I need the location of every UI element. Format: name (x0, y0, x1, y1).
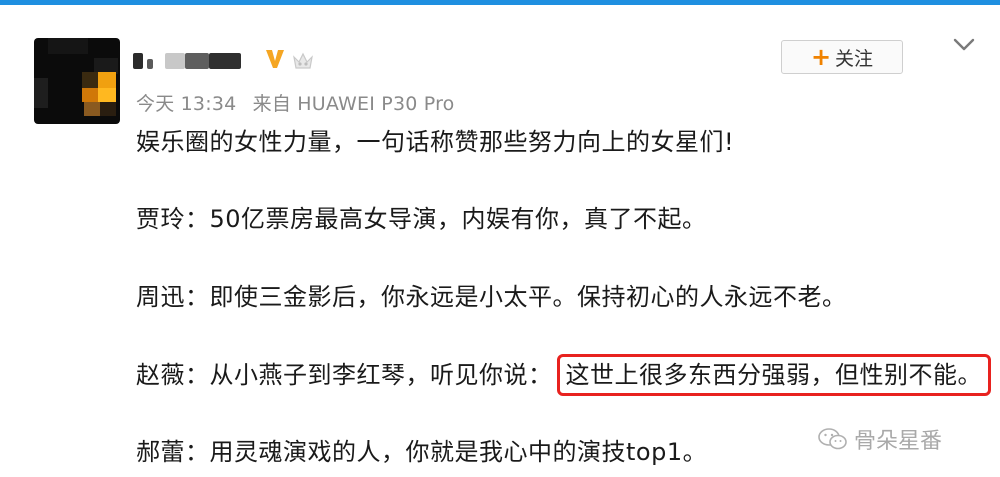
crown-icon (293, 52, 313, 69)
username-blurred[interactable] (133, 45, 243, 73)
post-text-line: 娱乐圈的女性力量，一句话称赞那些努力向上的女星们! (136, 128, 735, 156)
post-text-line: 贾玲：50亿票房最高女导演，内娱有你，真了不起。 (136, 205, 707, 233)
watermark-text: 骨朵星番 (854, 429, 943, 454)
post-text-line: 赵薇：从小燕子到李红琴，听见你说： 这世上很多东西分强弱，但性别不能。 (136, 354, 991, 396)
post-source[interactable]: 来自 HUAWEI P30 Pro (253, 93, 455, 115)
highlighted-quote: 这世上很多东西分强弱，但性别不能。 (556, 354, 991, 396)
post-text-line: 周迅：即使三金影后，你永远是小太平。保持初心的人永远不老。 (136, 283, 847, 311)
avatar[interactable] (34, 38, 120, 124)
post-text-prefix: 赵薇：从小燕子到李红琴，听见你说： (136, 361, 553, 389)
post-text-line: 郝蕾：用灵魂演戏的人，你就是我心中的演技top1。 (136, 438, 708, 466)
wechat-icon (818, 428, 847, 450)
post-time: 今天 13:34 (136, 93, 237, 115)
follow-label: 关注 (835, 47, 874, 70)
plus-icon: + (810, 43, 832, 71)
watermark: 骨朵星番 (818, 423, 942, 455)
post-meta: 今天 13:34 来自 HUAWEI P30 Pro (136, 89, 455, 116)
top-accent-bar (0, 0, 1000, 5)
chevron-down-icon[interactable] (953, 38, 975, 52)
follow-button[interactable]: + 关注 (781, 40, 903, 74)
vip-icon (266, 50, 284, 68)
